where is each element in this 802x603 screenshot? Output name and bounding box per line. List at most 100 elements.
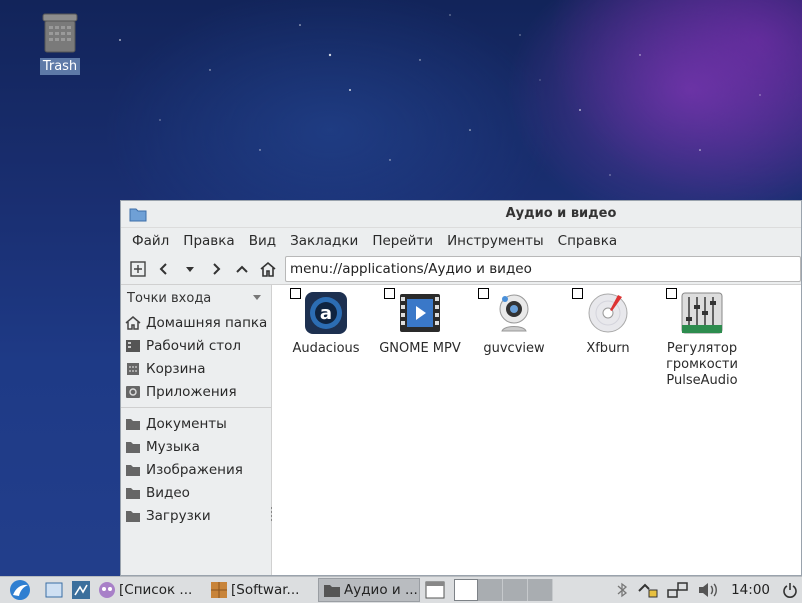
taskbar: [Список ... [Softwar... Аудио и ... 14:0… — [0, 576, 802, 603]
address-bar[interactable]: menu://applications/Аудио и видео — [285, 256, 801, 282]
app-label: Регулятор громкости PulseAudio — [666, 341, 738, 388]
sidebar-item-applications[interactable]: Приложения — [121, 380, 271, 403]
app-label: Xfburn — [586, 341, 630, 356]
sidebar-item-label: Документы — [146, 415, 227, 432]
chevron-right-icon — [213, 263, 221, 275]
app-audacious[interactable]: a Audacious — [278, 288, 374, 357]
up-button[interactable] — [229, 256, 255, 282]
sidebar-item-desktop[interactable]: Рабочий стол — [121, 334, 271, 357]
link-overlay-icon — [384, 288, 395, 299]
side-pane: Точки входа Домашняя папка Рабочий стол … — [121, 285, 273, 575]
system-tray: 14:00 — [611, 578, 802, 602]
new-tab-icon — [130, 261, 146, 277]
chevron-down-icon — [186, 267, 194, 272]
disc-burn-icon — [572, 288, 630, 335]
app-label: GNOME MPV — [379, 341, 461, 356]
task-software[interactable]: [Softwar... — [206, 578, 316, 602]
workspace-4[interactable] — [528, 579, 553, 601]
menu-edit[interactable]: Правка — [176, 233, 241, 249]
sidebar-item-home[interactable]: Домашняя папка — [121, 311, 271, 334]
task-file-manager[interactable]: Аудио и ... — [318, 578, 420, 602]
task-label: Аудио и ... — [344, 582, 418, 598]
wallpaper-stars — [119, 14, 761, 176]
menu-bar: Файл Правка Вид Закладки Перейти Инструм… — [121, 228, 801, 254]
back-button[interactable] — [151, 256, 177, 282]
forward-button[interactable] — [203, 256, 229, 282]
workspace-3[interactable] — [503, 579, 528, 601]
folder-icon — [126, 441, 140, 453]
power-icon — [783, 583, 797, 598]
menu-bookmarks[interactable]: Закладки — [283, 233, 365, 249]
network-icon[interactable] — [663, 578, 693, 602]
chevron-left-icon — [159, 263, 167, 275]
update-notifier-icon[interactable] — [633, 578, 663, 602]
sidebar-item-documents[interactable]: Документы — [121, 412, 271, 435]
clock[interactable]: 14:00 — [731, 582, 770, 598]
start-menu-button[interactable] — [0, 578, 40, 602]
lubuntu-logo-icon — [10, 580, 30, 600]
title-bar[interactable]: Аудио и видео — [121, 201, 801, 228]
sidebar-item-label: Рабочий стол — [146, 337, 241, 354]
workspace-2[interactable] — [478, 579, 503, 601]
show-desktop-button[interactable] — [40, 578, 68, 602]
app-pulseaudio-volume-control[interactable]: Регулятор громкости PulseAudio — [654, 288, 750, 389]
sidebar-item-label: Загрузки — [146, 507, 211, 524]
home-icon — [125, 315, 141, 330]
sidebar-item-label: Приложения — [146, 383, 237, 400]
app-label: guvcview — [483, 341, 545, 356]
toolbar: menu://applications/Аудио и видео — [121, 254, 801, 285]
folder-icon — [126, 464, 140, 476]
workspace-switcher-button[interactable] — [68, 578, 94, 602]
menu-go[interactable]: Перейти — [365, 233, 440, 249]
dropdown-arrow-icon — [253, 295, 261, 300]
app-guvcview[interactable]: guvcview — [466, 288, 562, 357]
package-icon — [211, 582, 227, 598]
workspace-1[interactable] — [454, 579, 478, 601]
window-icon — [425, 581, 445, 599]
task-qbittorrent[interactable]: [Список ... — [94, 578, 204, 602]
link-overlay-icon — [290, 288, 301, 299]
desktop-trash-label: Trash — [39, 58, 81, 75]
home-button[interactable] — [255, 256, 281, 282]
bluetooth-icon[interactable] — [611, 578, 633, 602]
sidebar-item-music[interactable]: Музыка — [121, 435, 271, 458]
sidebar-item-trash[interactable]: Корзина — [121, 357, 271, 380]
applications-icon — [126, 385, 140, 398]
task-label: [Список ... — [119, 582, 193, 598]
app-xfburn[interactable]: Xfburn — [560, 288, 656, 357]
desktop-trash-icon[interactable]: Trash — [36, 12, 84, 75]
trash-icon — [127, 362, 139, 375]
menu-help[interactable]: Справка — [551, 233, 624, 249]
sidebar-item-label: Корзина — [146, 360, 206, 377]
file-view: a Audacious GNOME MPV guvcview Xfburn Ре… — [272, 285, 801, 575]
menu-view[interactable]: Вид — [242, 233, 283, 249]
sidebar-item-label: Музыка — [146, 438, 200, 455]
history-dropdown-button[interactable] — [177, 256, 203, 282]
sidebar-item-label: Изображения — [146, 461, 243, 478]
window-list-button[interactable] — [422, 578, 448, 602]
new-tab-button[interactable] — [125, 256, 151, 282]
window-title: Аудио и видео — [505, 206, 617, 221]
sidebar-item-downloads[interactable]: Загрузки — [121, 504, 271, 527]
address-text: menu://applications/Аудио и видео — [290, 261, 532, 277]
volume-icon[interactable] — [693, 578, 723, 602]
sidebar-divider — [121, 407, 271, 408]
menu-file[interactable]: Файл — [125, 233, 176, 249]
trash-icon — [41, 12, 79, 54]
audacious-icon: a — [290, 288, 348, 335]
svg-text:a: a — [320, 303, 332, 324]
desktop-icon — [126, 339, 140, 352]
app-gnome-mpv[interactable]: GNOME MPV — [372, 288, 468, 357]
sidebar-item-pictures[interactable]: Изображения — [121, 458, 271, 481]
qbittorrent-icon — [99, 582, 115, 598]
app-label: Audacious — [292, 341, 360, 356]
link-overlay-icon — [572, 288, 583, 299]
menu-tools[interactable]: Инструменты — [440, 233, 551, 249]
task-label: [Softwar... — [231, 582, 300, 598]
folder-icon — [126, 510, 140, 522]
mixer-icon — [666, 288, 724, 335]
folder-icon — [126, 418, 140, 430]
power-button[interactable] — [778, 578, 802, 602]
side-pane-mode-select[interactable]: Точки входа — [121, 285, 271, 311]
sidebar-item-videos[interactable]: Видео — [121, 481, 271, 504]
